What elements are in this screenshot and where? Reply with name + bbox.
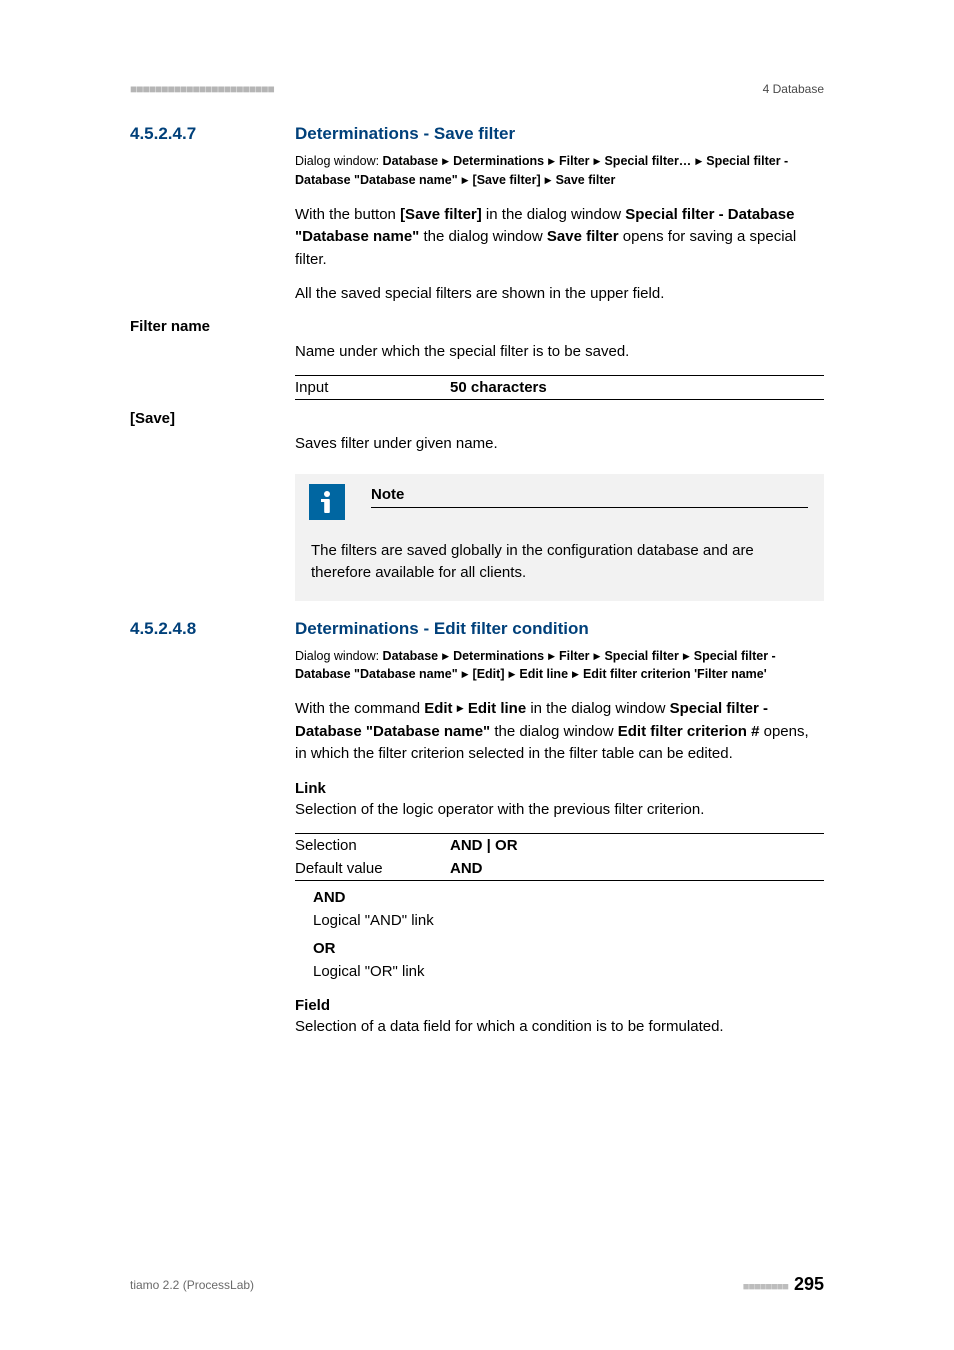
- paragraph: With the command Edit ▶ Edit line in the…: [295, 698, 824, 766]
- param-table-input: Input 50 characters: [295, 375, 824, 400]
- page-footer: tiamo 2.2 (ProcessLab) ■■■■■■■■ 295: [130, 1274, 824, 1295]
- header-chapter: 4 Database: [763, 82, 824, 96]
- page-header: ■■■■■■■■■■■■■■■■■■■■■■■ 4 Database: [130, 82, 824, 96]
- text-bold: Edit filter criterion #: [618, 723, 760, 740]
- field-label-save: [Save]: [130, 410, 824, 427]
- param-value: 50 characters: [450, 376, 824, 400]
- footer-dots: ■■■■■■■■: [743, 1281, 788, 1293]
- dialog-path-edit-filter: Dialog window: Database Determinations Fil…: [295, 647, 824, 685]
- dlg-part: Filter: [559, 649, 590, 663]
- paragraph: Selection of a data field for which a co…: [295, 1016, 824, 1039]
- footer-page-number: 295: [794, 1274, 824, 1294]
- def-term-and: AND: [313, 887, 824, 910]
- dlg-part: [Save filter]: [473, 173, 541, 187]
- dialog-path-save-filter: Dialog window: Database Determinations Fil…: [295, 152, 824, 190]
- note-box: Note The filters are saved globally in t…: [295, 474, 824, 601]
- info-icon: [309, 484, 345, 520]
- text-bold: Edit line: [468, 700, 526, 717]
- param-value: AND | OR: [450, 834, 824, 858]
- dlg-part: Edit line: [519, 667, 568, 681]
- section-heading-save-filter: 4.5.2.4.7 Determinations - Save filter: [130, 124, 824, 144]
- text-bold: [Save filter]: [400, 206, 482, 223]
- text-run: With the button: [295, 206, 400, 223]
- dlg-part: Filter: [559, 154, 590, 168]
- footer-page: ■■■■■■■■ 295: [743, 1274, 824, 1295]
- dlg-prefix: Dialog window:: [295, 649, 383, 663]
- header-bar: ■■■■■■■■■■■■■■■■■■■■■■■: [130, 82, 274, 96]
- paragraph: Name under which the special filter is t…: [295, 341, 824, 364]
- dlg-prefix: Dialog window:: [295, 154, 383, 168]
- section-number: 4.5.2.4.8: [130, 619, 295, 639]
- param-label: Default value: [295, 857, 450, 881]
- def-term-or: OR: [313, 938, 824, 961]
- section-number: 4.5.2.4.7: [130, 124, 295, 144]
- text-bold: Edit: [424, 700, 452, 717]
- footer-product: tiamo 2.2 (ProcessLab): [130, 1278, 254, 1292]
- text-bold: Save filter: [547, 228, 619, 245]
- paragraph: Selection of the logic operator with the…: [295, 799, 824, 822]
- dlg-part: [Edit]: [473, 667, 505, 681]
- text-run: in the dialog window: [482, 206, 625, 223]
- text-run: the dialog window: [490, 723, 618, 740]
- text-run: With the command: [295, 700, 424, 717]
- dlg-part: Determinations: [453, 649, 544, 663]
- def-desc-and: Logical "AND" link: [313, 910, 824, 933]
- subhead-link: Link: [295, 780, 824, 797]
- def-desc-or: Logical "OR" link: [313, 961, 824, 984]
- param-label: Input: [295, 376, 450, 400]
- param-table-link: Selection AND | OR Default value AND: [295, 833, 824, 881]
- definition-list: AND Logical "AND" link OR Logical "OR" l…: [313, 887, 824, 983]
- dlg-part: Database: [383, 154, 439, 168]
- text-run: the dialog window: [419, 228, 547, 245]
- paragraph: Saves filter under given name.: [295, 433, 824, 456]
- param-value: AND: [450, 857, 824, 881]
- field-label-filter-name: Filter name: [130, 318, 824, 335]
- paragraph: With the button [Save filter] in the dia…: [295, 204, 824, 272]
- dlg-part: Save filter: [556, 173, 616, 187]
- param-label: Selection: [295, 834, 450, 858]
- section-title: Determinations - Edit filter condition: [295, 619, 589, 639]
- section-heading-edit-filter: 4.5.2.4.8 Determinations - Edit filter c…: [130, 619, 824, 639]
- note-body: The filters are saved globally in the co…: [311, 540, 808, 585]
- paragraph: All the saved special filters are shown …: [295, 283, 824, 306]
- dlg-part: Special filter…: [604, 154, 691, 168]
- text-run: in the dialog window: [526, 700, 669, 717]
- dlg-part: Edit filter criterion 'Filter name': [583, 667, 767, 681]
- subhead-field: Field: [295, 997, 824, 1014]
- dlg-part: Database: [383, 649, 439, 663]
- dlg-part: Special filter: [604, 649, 678, 663]
- dlg-part: Determinations: [453, 154, 544, 168]
- note-title: Note: [371, 486, 808, 508]
- section-title: Determinations - Save filter: [295, 124, 515, 144]
